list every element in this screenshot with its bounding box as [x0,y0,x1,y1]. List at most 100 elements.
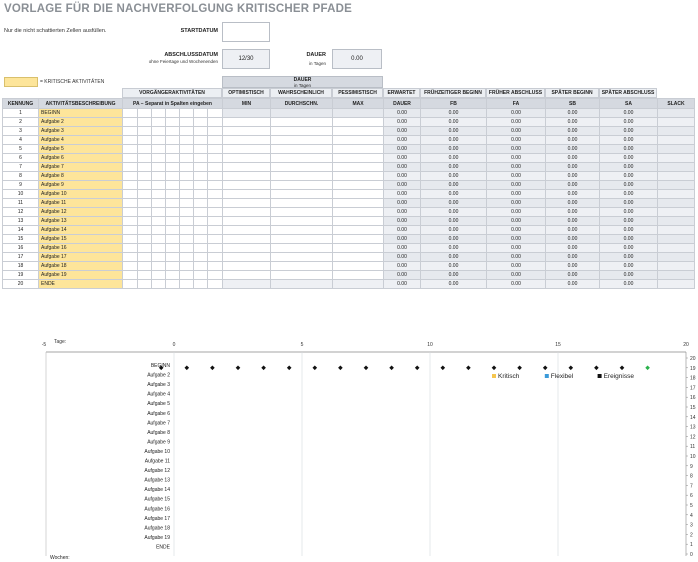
row-predecessor-cell[interactable] [207,270,223,280]
row-predecessor-cell[interactable] [137,198,152,208]
row-predecessor-cell[interactable] [151,234,166,244]
row-max[interactable] [332,180,384,190]
row-predecessor-cell[interactable] [165,198,180,208]
row-predecessor-cell[interactable] [137,270,152,280]
row-task-description[interactable]: Aufgabe 9 [38,180,123,190]
row-predecessor-cell[interactable] [151,216,166,226]
startdatum-input[interactable] [222,22,270,42]
row-predecessor-cell[interactable] [122,117,138,127]
row-predecessor-cell[interactable] [193,135,208,145]
row-durchschn[interactable] [270,126,333,136]
row-max[interactable] [332,261,384,271]
row-task-description[interactable]: Aufgabe 19 [38,270,123,280]
row-predecessor-cell[interactable] [165,207,180,217]
row-predecessor-cell[interactable] [165,216,180,226]
row-predecessor-cell[interactable] [165,126,180,136]
row-predecessor-cell[interactable] [137,225,152,235]
row-predecessor-cell[interactable] [165,225,180,235]
row-predecessor-cell[interactable] [151,144,166,154]
row-predecessor-cell[interactable] [179,171,194,181]
row-predecessor-cell[interactable] [151,171,166,181]
row-predecessor-cell[interactable] [207,126,223,136]
row-predecessor-cell[interactable] [165,279,180,289]
row-predecessor-cell[interactable] [151,198,166,208]
row-predecessor-cell[interactable] [122,279,138,289]
row-predecessor-cell[interactable] [151,189,166,199]
row-durchschn[interactable] [270,216,333,226]
row-predecessor-cell[interactable] [151,243,166,253]
row-min[interactable] [222,153,271,163]
row-predecessor-cell[interactable] [137,126,152,136]
row-task-description[interactable]: Aufgabe 11 [38,198,123,208]
row-predecessor-cell[interactable] [151,162,166,172]
row-predecessor-cell[interactable] [165,261,180,271]
row-predecessor-cell[interactable] [151,117,166,127]
row-predecessor-cell[interactable] [193,225,208,235]
row-predecessor-cell[interactable] [151,261,166,271]
row-predecessor-cell[interactable] [179,198,194,208]
row-min[interactable] [222,252,271,262]
row-predecessor-cell[interactable] [122,243,138,253]
row-predecessor-cell[interactable] [179,135,194,145]
row-predecessor-cell[interactable] [151,135,166,145]
row-durchschn[interactable] [270,198,333,208]
row-min[interactable] [222,270,271,280]
row-predecessor-cell[interactable] [193,243,208,253]
row-predecessor-cell[interactable] [165,162,180,172]
row-min[interactable] [222,234,271,244]
row-predecessor-cell[interactable] [207,171,223,181]
row-durchschn[interactable] [270,225,333,235]
row-durchschn[interactable] [270,234,333,244]
row-max[interactable] [332,144,384,154]
row-predecessor-cell[interactable] [165,234,180,244]
row-predecessor-cell[interactable] [137,108,152,118]
row-predecessor-cell[interactable] [207,108,223,118]
row-predecessor-cell[interactable] [137,171,152,181]
row-durchschn[interactable] [270,207,333,217]
row-predecessor-cell[interactable] [122,153,138,163]
row-predecessor-cell[interactable] [179,270,194,280]
row-predecessor-cell[interactable] [193,198,208,208]
row-max[interactable] [332,207,384,217]
row-predecessor-cell[interactable] [193,261,208,271]
row-durchschn[interactable] [270,135,333,145]
row-max[interactable] [332,198,384,208]
row-max[interactable] [332,189,384,199]
row-predecessor-cell[interactable] [151,207,166,217]
row-predecessor-cell[interactable] [122,207,138,217]
row-task-description[interactable]: BEGINN [38,108,123,118]
row-max[interactable] [332,252,384,262]
row-predecessor-cell[interactable] [179,144,194,154]
row-task-description[interactable]: Aufgabe 18 [38,261,123,271]
row-min[interactable] [222,207,271,217]
row-task-description[interactable]: Aufgabe 10 [38,189,123,199]
row-predecessor-cell[interactable] [151,180,166,190]
row-predecessor-cell[interactable] [122,234,138,244]
row-min[interactable] [222,225,271,235]
row-predecessor-cell[interactable] [122,108,138,118]
row-predecessor-cell[interactable] [193,153,208,163]
row-predecessor-cell[interactable] [207,207,223,217]
row-predecessor-cell[interactable] [207,162,223,172]
row-predecessor-cell[interactable] [207,261,223,271]
row-predecessor-cell[interactable] [122,180,138,190]
row-max[interactable] [332,225,384,235]
row-durchschn[interactable] [270,261,333,271]
row-max[interactable] [332,162,384,172]
row-predecessor-cell[interactable] [179,108,194,118]
row-durchschn[interactable] [270,162,333,172]
row-predecessor-cell[interactable] [207,198,223,208]
row-min[interactable] [222,198,271,208]
row-predecessor-cell[interactable] [193,108,208,118]
row-min[interactable] [222,126,271,136]
row-max[interactable] [332,234,384,244]
row-predecessor-cell[interactable] [179,162,194,172]
row-min[interactable] [222,243,271,253]
row-task-description[interactable]: Aufgabe 8 [38,171,123,181]
row-predecessor-cell[interactable] [137,261,152,271]
row-min[interactable] [222,162,271,172]
row-predecessor-cell[interactable] [179,153,194,163]
row-predecessor-cell[interactable] [165,252,180,262]
row-min[interactable] [222,261,271,271]
row-max[interactable] [332,171,384,181]
